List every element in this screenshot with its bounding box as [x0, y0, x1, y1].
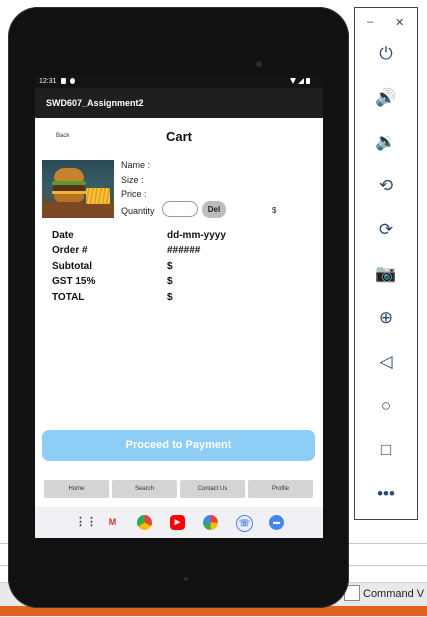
summary-label: Subtotal [52, 261, 92, 272]
camera-icon[interactable]: 📷 [355, 264, 417, 284]
nav-home-button[interactable]: Home [44, 480, 109, 498]
price-label: Price : [121, 189, 147, 199]
volume-up-icon[interactable]: 🔊 [355, 88, 417, 108]
delete-button[interactable]: Del [202, 201, 226, 218]
sensor-dot [184, 577, 188, 581]
line-total: $ [272, 206, 277, 215]
overview-icon[interactable]: □ [355, 440, 417, 460]
emulator-toolbar: – ✕ ⏻ 🔊 🔉 ⟲ ⟳ 📷 ⊕ ◁ ○ □ ••• [354, 7, 418, 520]
status-bar: 12:31 [35, 75, 323, 88]
name-label: Name : [121, 160, 151, 170]
status-time: 12:31 [39, 78, 57, 85]
device-screen: 12:31 SWD607_Assignment2 Cart Back Name … [35, 75, 323, 538]
summary-value: $ [167, 292, 173, 303]
back-button[interactable]: Back [56, 133, 69, 139]
zoom-icon[interactable]: ⊕ [355, 308, 417, 328]
signal-icon [298, 78, 304, 84]
summary-value: ###### [167, 245, 201, 256]
quantity-label: Quantity [121, 206, 155, 216]
back-icon[interactable]: ◁ [355, 352, 417, 372]
app-bar: SWD607_Assignment2 [35, 88, 323, 118]
home-icon[interactable]: ○ [355, 396, 417, 416]
summary-label: GST 15% [52, 276, 96, 287]
app-dock: ⋮⋮ M ▶ ☏ ▬ [35, 507, 323, 538]
volume-down-icon[interactable]: 🔉 [355, 132, 417, 152]
nav-profile-button[interactable]: Profile [248, 480, 313, 498]
gmail-icon[interactable]: M [105, 515, 120, 530]
apps-grid-icon[interactable]: ⋮⋮ [75, 515, 97, 530]
summary-value: $ [167, 276, 173, 287]
nav-contact-button[interactable]: Contact Us [180, 480, 245, 498]
chrome-icon[interactable] [137, 515, 152, 530]
summary-label: Date [52, 230, 74, 241]
command-label[interactable]: Command V [363, 588, 424, 600]
youtube-icon[interactable]: ▶ [170, 515, 185, 530]
summary-value: $ [167, 261, 173, 272]
rotate-right-icon[interactable]: ⟳ [355, 220, 417, 240]
close-button[interactable]: ✕ [395, 16, 404, 29]
quantity-input[interactable] [162, 201, 198, 217]
page-title: Cart [165, 129, 192, 144]
nav-search-button[interactable]: Search [112, 480, 177, 498]
product-image [42, 160, 114, 218]
power-icon[interactable]: ⏻ [355, 44, 417, 64]
minimize-button[interactable]: – [367, 16, 373, 28]
phone-icon[interactable]: ☏ [236, 515, 253, 532]
rotate-left-icon[interactable]: ⟲ [355, 176, 417, 196]
more-icon[interactable]: ••• [355, 484, 417, 504]
size-label: Size : [121, 175, 144, 185]
notification-icon [70, 78, 75, 84]
camera [256, 61, 262, 67]
wifi-icon [290, 78, 296, 84]
sim-icon [61, 78, 66, 84]
messages-icon[interactable]: ▬ [269, 515, 284, 530]
battery-icon [306, 78, 310, 84]
app-title: SWD607_Assignment2 [46, 98, 144, 108]
summary-label: TOTAL [52, 292, 85, 303]
summary-label: Order # [52, 245, 88, 256]
summary-value: dd-mm-yyyy [167, 230, 226, 241]
photos-icon[interactable] [203, 515, 218, 530]
proceed-to-payment-button[interactable]: Proceed to Payment [42, 430, 315, 461]
